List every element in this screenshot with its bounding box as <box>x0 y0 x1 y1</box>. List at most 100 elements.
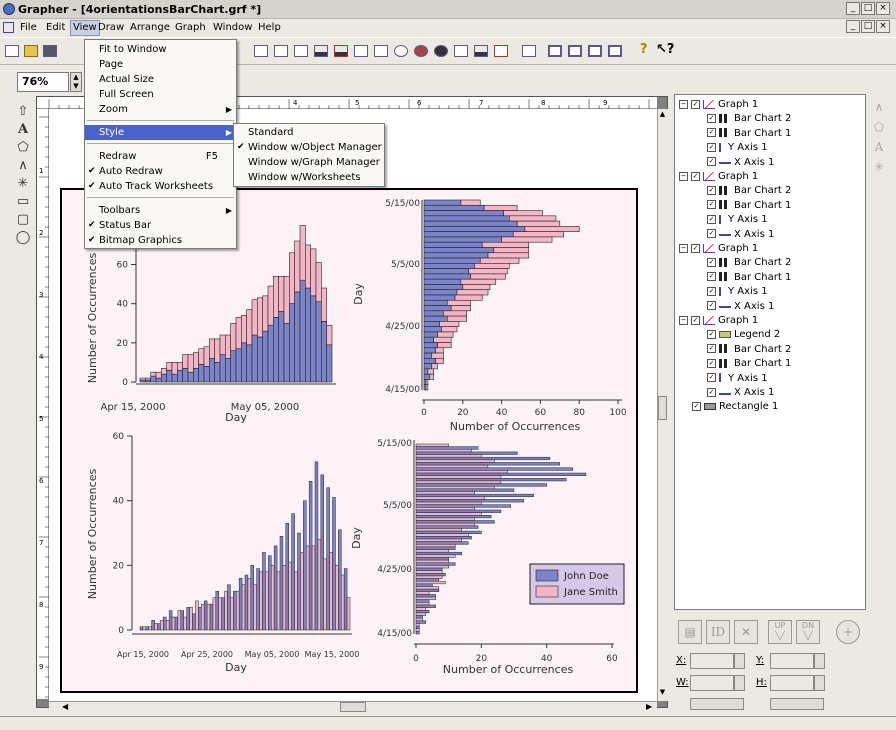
zoom-spinner[interactable]: ▲ ▼ <box>70 72 82 92</box>
doc-minimize-button[interactable]: _ <box>846 20 860 33</box>
visibility-checkbox[interactable]: ✓ <box>707 257 716 267</box>
tree-item[interactable]: ✓ Y Axis 1 <box>707 285 768 299</box>
menu-item-style[interactable]: Style ▶ <box>85 125 236 140</box>
visibility-checkbox[interactable]: ✓ <box>691 243 700 253</box>
properties-icon[interactable]: ▤ <box>678 620 702 644</box>
menu-help[interactable]: Help <box>258 22 281 33</box>
visibility-checkbox[interactable]: ✓ <box>691 99 700 109</box>
menu-item-page[interactable]: Page <box>85 57 236 72</box>
visibility-checkbox[interactable]: ✓ <box>707 272 716 282</box>
tree-item[interactable]: ✓ Y Axis 1 <box>707 372 768 386</box>
scroll-up-icon[interactable]: ▲ <box>658 110 667 120</box>
window-style-standard-icon[interactable] <box>548 45 562 57</box>
tree-item[interactable]: ✓ Bar Chart 2 <box>707 112 791 126</box>
visibility-checkbox[interactable]: ✓ <box>707 229 716 239</box>
fill-style-button[interactable] <box>770 698 824 710</box>
maximize-button[interactable]: □ <box>861 2 875 15</box>
collapse-icon[interactable]: − <box>679 243 688 253</box>
menu-item-auto-track-worksheets[interactable]: ✔ Auto Track Worksheets <box>85 179 236 194</box>
symbol-tool-icon[interactable]: ✳ <box>14 176 32 192</box>
context-help-icon[interactable]: ↖? <box>656 42 674 57</box>
visibility-checkbox[interactable]: ✓ <box>707 142 716 152</box>
tree-item[interactable]: ✓ Legend 2 <box>707 328 780 342</box>
tree-item[interactable]: ✓ Y Axis 1 <box>707 213 768 227</box>
tree-item[interactable]: ✓ X Axis 1 <box>707 156 774 170</box>
id-button[interactable]: ID <box>706 620 730 644</box>
tree-item[interactable]: ✓ Bar Chart 1 <box>707 127 791 141</box>
tree-item[interactable]: − ✓ Graph 1 <box>679 170 758 184</box>
tree-item[interactable]: ✓ Bar Chart 1 <box>707 357 791 371</box>
visibility-checkbox[interactable]: ✓ <box>707 301 716 311</box>
window-style-object-manager-icon[interactable] <box>568 45 582 57</box>
w-spinner[interactable] <box>734 675 745 691</box>
menu-view[interactable]: View <box>70 20 100 36</box>
menu-item-toolbars[interactable]: Toolbars ▶ <box>85 203 236 218</box>
visibility-checkbox[interactable]: ✓ <box>707 344 716 354</box>
floating-bar-icon[interactable] <box>334 45 348 57</box>
submenu-item-object-manager[interactable]: ✔ Window w/Object Manager <box>234 140 384 155</box>
visibility-checkbox[interactable]: ✓ <box>707 185 716 195</box>
open-folder-icon[interactable] <box>24 45 38 57</box>
menu-item-actual-size[interactable]: Actual Size <box>85 72 236 87</box>
tree-item[interactable]: ✓ Bar Chart 2 <box>707 343 791 357</box>
vertical-scroll-thumb[interactable] <box>658 396 667 420</box>
menu-draw[interactable]: Draw <box>98 22 124 33</box>
hi-low-icon[interactable] <box>494 45 508 57</box>
tree-item[interactable]: ✓ Bar Chart 1 <box>707 199 791 213</box>
rounded-rectangle-tool-icon[interactable]: ▢ <box>14 212 32 228</box>
pie-chart-icon[interactable] <box>394 45 408 57</box>
doc-close-button[interactable]: × <box>876 20 890 33</box>
visibility-checkbox[interactable]: ✓ <box>707 214 716 224</box>
doc-restore-button[interactable]: □ <box>861 20 875 33</box>
submenu-item-graph-manager[interactable]: Window w/Graph Manager <box>234 155 384 170</box>
window-style-worksheets-icon[interactable] <box>608 45 622 57</box>
move-down-button[interactable]: DN ╲╱ <box>796 620 820 644</box>
ellipse-tool-icon[interactable]: ◯ <box>14 230 32 246</box>
horizontal-scroll-thumb[interactable] <box>340 702 366 712</box>
menu-item-fit-to-window[interactable]: Fit to Window <box>85 42 236 57</box>
ternary-icon[interactable] <box>454 45 468 57</box>
x-field[interactable] <box>690 653 734 669</box>
tree-item[interactable]: − ✓ Graph 1 <box>679 98 758 112</box>
save-disk-icon[interactable] <box>43 45 57 57</box>
zoom-input[interactable]: 76% <box>17 72 69 92</box>
minimize-button[interactable]: _ <box>846 2 860 15</box>
close-button[interactable]: × <box>876 2 890 15</box>
visibility-checkbox[interactable]: ✓ <box>707 286 716 296</box>
rectangle-tool-icon[interactable]: ▭ <box>14 194 32 210</box>
h-spinner[interactable] <box>814 675 825 691</box>
doughnut-icon[interactable] <box>434 45 448 57</box>
tree-item[interactable]: ✓ Bar Chart 2 <box>707 256 791 270</box>
text-tool-icon[interactable]: A <box>14 122 32 138</box>
menu-window[interactable]: Window <box>213 22 252 33</box>
visibility-checkbox[interactable]: ✓ <box>707 113 716 123</box>
add-icon[interactable]: + <box>836 620 860 644</box>
visibility-checkbox[interactable]: ✓ <box>707 373 716 383</box>
new-file-icon[interactable] <box>5 45 19 57</box>
visibility-checkbox[interactable]: ✓ <box>707 329 716 339</box>
collapse-icon[interactable]: − <box>679 171 688 181</box>
histogram-icon[interactable] <box>474 45 488 57</box>
visibility-checkbox[interactable]: ✓ <box>707 128 716 138</box>
visibility-checkbox[interactable]: ✓ <box>707 157 716 167</box>
line-plot-icon[interactable] <box>254 45 268 57</box>
rose-plot-icon[interactable] <box>374 45 388 57</box>
menu-item-status-bar[interactable]: ✔ Status Bar <box>85 218 236 233</box>
pie-3d-icon[interactable] <box>414 45 428 57</box>
polygon-tool-icon[interactable]: ⬠ <box>14 140 32 156</box>
tree-item[interactable]: − ✓ Graph 1 <box>679 314 758 328</box>
h-field[interactable] <box>770 675 814 691</box>
select-arrow-icon[interactable]: ⇧ <box>14 104 32 120</box>
step-plot-icon[interactable] <box>274 45 288 57</box>
visibility-checkbox[interactable]: ✓ <box>707 387 716 397</box>
move-up-button[interactable]: UP ╲╱ <box>768 620 792 644</box>
tree-item[interactable]: ✓ X Axis 1 <box>707 386 774 400</box>
tree-item[interactable]: ✓ Rectangle 1 <box>679 400 778 414</box>
visibility-checkbox[interactable]: ✓ <box>707 200 716 210</box>
visibility-checkbox[interactable]: ✓ <box>692 401 701 411</box>
x-spinner[interactable] <box>734 653 745 669</box>
visibility-checkbox[interactable]: ✓ <box>707 358 716 368</box>
polyline-tool-icon[interactable]: ∧ <box>14 158 32 174</box>
menu-file[interactable]: File <box>20 22 37 33</box>
visibility-checkbox[interactable]: ✓ <box>691 171 700 181</box>
